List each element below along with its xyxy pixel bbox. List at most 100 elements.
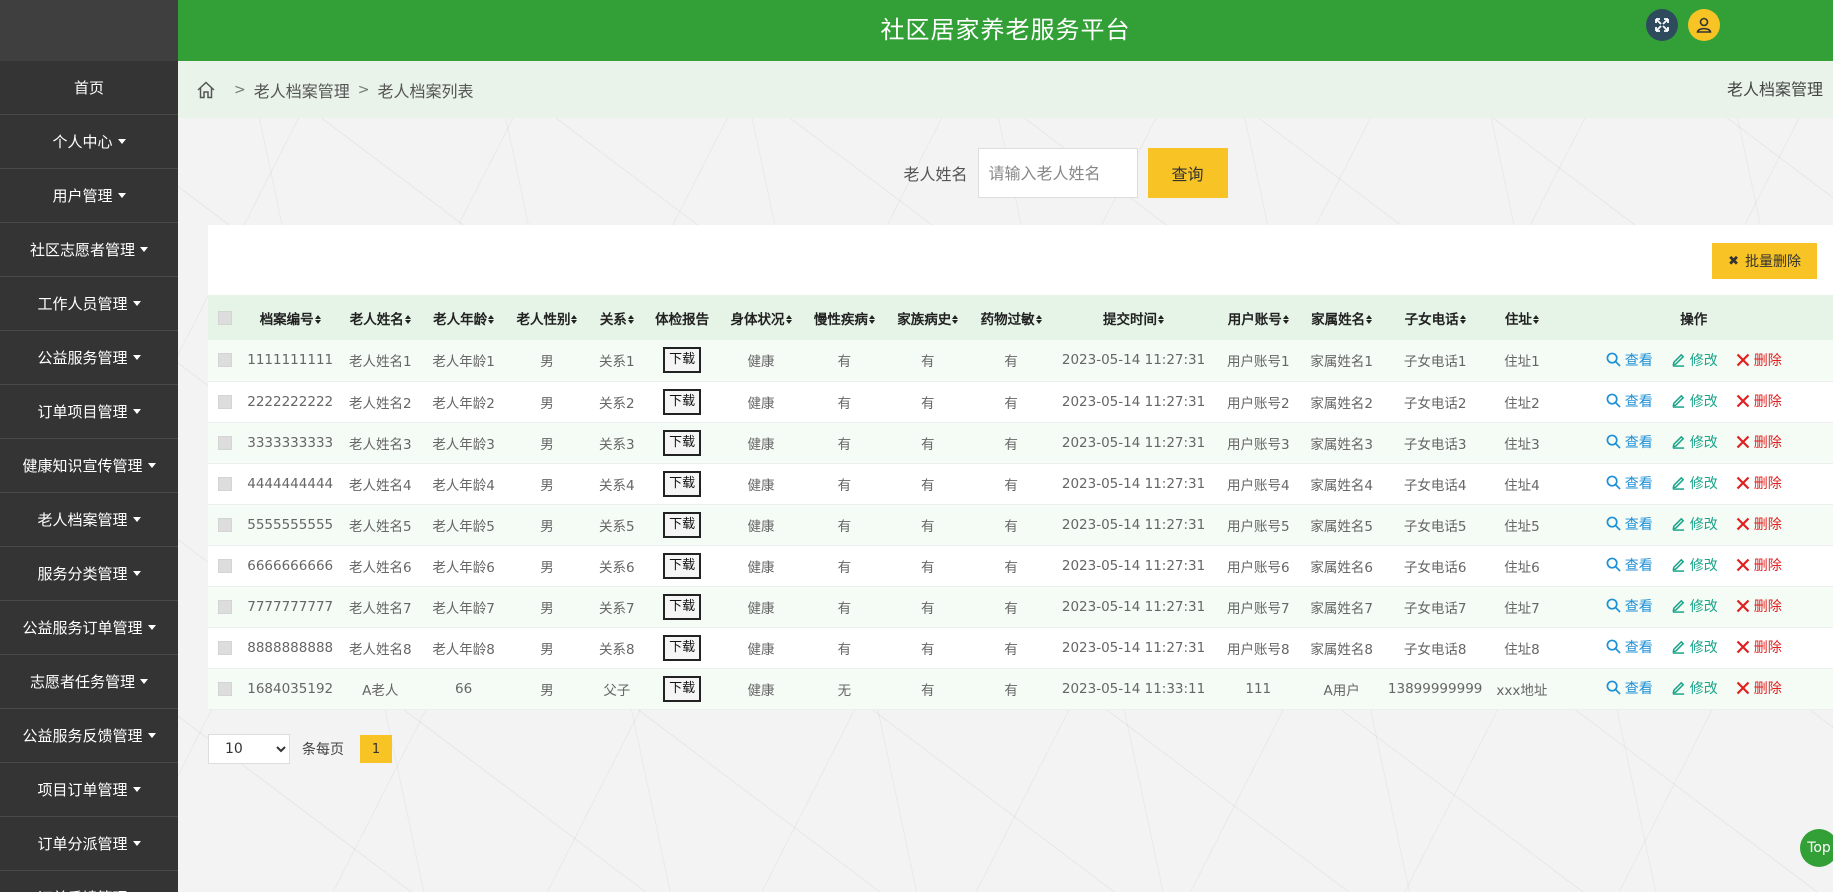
sidebar-item[interactable]: 服务分类管理 (0, 547, 178, 601)
view-button[interactable]: 查看 (1606, 555, 1653, 575)
column-header[interactable]: 关系 (589, 295, 645, 340)
sort-icon[interactable] (404, 315, 411, 324)
row-checkbox[interactable] (217, 517, 232, 532)
fullscreen-button[interactable] (1646, 9, 1678, 41)
sidebar-item[interactable]: 项目订单管理 (0, 763, 178, 817)
column-header[interactable]: 身体状况 (719, 295, 802, 340)
row-checkbox[interactable] (217, 558, 232, 573)
edit-button[interactable]: 修改 (1671, 596, 1718, 616)
download-report-button[interactable]: 下载 (663, 347, 702, 374)
column-header[interactable]: 家族病史 (886, 295, 969, 340)
sort-icon[interactable] (1035, 315, 1042, 324)
edit-button[interactable]: 修改 (1671, 514, 1718, 534)
download-report-button[interactable]: 下载 (663, 511, 702, 538)
column-header[interactable]: 住址 (1489, 295, 1554, 340)
delete-button[interactable]: 删除 (1736, 678, 1782, 698)
column-header[interactable]: 子女电话 (1381, 295, 1489, 340)
delete-button[interactable]: 删除 (1736, 473, 1782, 493)
row-checkbox[interactable] (217, 435, 232, 450)
sort-icon[interactable] (1532, 315, 1539, 324)
sort-icon[interactable] (314, 315, 321, 324)
download-report-button[interactable]: 下载 (663, 675, 702, 702)
sidebar-item[interactable]: 订单项目管理 (0, 385, 178, 439)
column-header[interactable]: 药物过敏 (969, 295, 1052, 340)
download-report-button[interactable]: 下载 (663, 593, 702, 620)
sidebar-item[interactable]: 公益服务订单管理 (0, 601, 178, 655)
delete-button[interactable]: 删除 (1736, 637, 1782, 657)
select-all-checkbox[interactable] (217, 310, 232, 325)
sidebar-item[interactable]: 社区志愿者管理 (0, 223, 178, 277)
sidebar-item[interactable]: 老人档案管理 (0, 493, 178, 547)
column-header[interactable]: 提交时间 (1053, 295, 1215, 340)
sidebar-item[interactable]: 订单分派管理 (0, 817, 178, 871)
row-checkbox[interactable] (217, 476, 232, 491)
sidebar-item[interactable]: 公益服务管理 (0, 331, 178, 385)
row-checkbox[interactable] (217, 599, 232, 614)
download-report-button[interactable]: 下载 (663, 429, 702, 456)
page-size-select[interactable]: 10 (208, 734, 290, 764)
edit-button[interactable]: 修改 (1671, 391, 1718, 411)
edit-button[interactable]: 修改 (1671, 678, 1718, 698)
row-checkbox[interactable] (217, 394, 232, 409)
sidebar-item[interactable]: 工作人员管理 (0, 277, 178, 331)
user-menu-button[interactable] (1688, 9, 1720, 41)
row-checkbox[interactable] (217, 681, 232, 696)
search-button[interactable]: 查询 (1147, 148, 1228, 198)
sidebar-item[interactable]: 公益服务反馈管理 (0, 709, 178, 763)
sort-icon[interactable] (952, 315, 959, 324)
sort-icon[interactable] (571, 315, 578, 324)
sort-icon[interactable] (868, 315, 875, 324)
view-button[interactable]: 查看 (1606, 596, 1653, 616)
sidebar-item[interactable]: 首页 (0, 61, 178, 115)
edit-button[interactable]: 修改 (1671, 555, 1718, 575)
sort-icon[interactable] (785, 315, 792, 324)
batch-delete-button[interactable]: ✖ 批量删除 (1712, 243, 1817, 279)
back-to-top-button[interactable]: Top (1800, 829, 1833, 867)
delete-button[interactable]: 删除 (1736, 391, 1782, 411)
view-button[interactable]: 查看 (1606, 350, 1653, 370)
sort-icon[interactable] (488, 315, 495, 324)
home-link[interactable] (196, 80, 216, 100)
sort-icon[interactable] (1282, 315, 1289, 324)
view-button[interactable]: 查看 (1606, 678, 1653, 698)
edit-button[interactable]: 修改 (1671, 432, 1718, 452)
sort-icon[interactable] (627, 315, 634, 324)
row-checkbox[interactable] (217, 353, 232, 368)
column-header[interactable]: 慢性疾病 (803, 295, 886, 340)
column-header[interactable]: 老人姓名 (339, 295, 422, 340)
elder-name-search-input[interactable] (977, 148, 1138, 198)
view-button[interactable]: 查看 (1606, 432, 1653, 452)
edit-button[interactable]: 修改 (1671, 473, 1718, 493)
delete-button[interactable]: 删除 (1736, 596, 1782, 616)
download-report-button[interactable]: 下载 (663, 388, 702, 415)
view-button[interactable]: 查看 (1606, 637, 1653, 657)
breadcrumb-item[interactable]: 老人档案管理 (254, 78, 350, 102)
sidebar-item[interactable]: 健康知识宣传管理 (0, 439, 178, 493)
view-button[interactable]: 查看 (1606, 514, 1653, 534)
download-report-button[interactable]: 下载 (663, 470, 702, 497)
column-header[interactable]: 家属姓名 (1302, 295, 1381, 340)
download-report-button[interactable]: 下载 (663, 634, 702, 661)
column-header[interactable]: 老人年龄 (422, 295, 505, 340)
column-header[interactable]: 用户账号 (1214, 295, 1302, 340)
sort-icon[interactable] (1366, 315, 1373, 324)
sort-icon[interactable] (1158, 315, 1165, 324)
sidebar-item[interactable]: 订单反馈管理 (0, 871, 178, 892)
edit-button[interactable]: 修改 (1671, 637, 1718, 657)
view-button[interactable]: 查看 (1606, 473, 1653, 493)
sidebar-item[interactable]: 用户管理 (0, 169, 178, 223)
delete-button[interactable]: 删除 (1736, 432, 1782, 452)
edit-button[interactable]: 修改 (1671, 350, 1718, 370)
page-number-current[interactable]: 1 (360, 735, 392, 763)
row-checkbox[interactable] (217, 640, 232, 655)
sidebar-item[interactable]: 志愿者任务管理 (0, 655, 178, 709)
view-button[interactable]: 查看 (1606, 391, 1653, 411)
sort-icon[interactable] (1459, 315, 1466, 324)
column-header[interactable]: 档案编号 (242, 295, 339, 340)
delete-button[interactable]: 删除 (1736, 514, 1782, 534)
delete-button[interactable]: 删除 (1736, 555, 1782, 575)
column-header[interactable]: 老人性别 (505, 295, 588, 340)
download-report-button[interactable]: 下载 (663, 552, 702, 579)
delete-button[interactable]: 删除 (1736, 350, 1782, 370)
sidebar-item[interactable]: 个人中心 (0, 115, 178, 169)
